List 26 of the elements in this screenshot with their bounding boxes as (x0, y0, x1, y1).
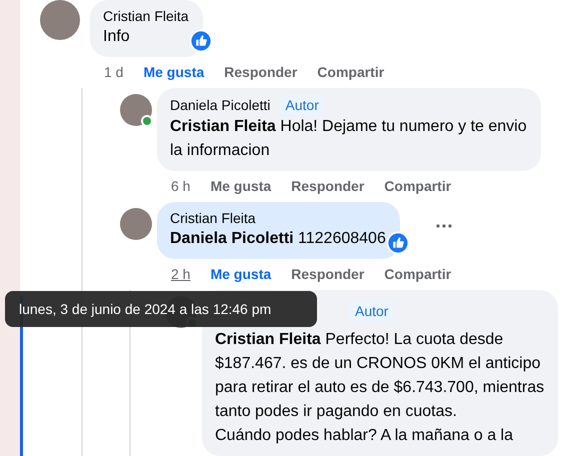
author-name[interactable]: Cristian Fleita (170, 209, 256, 227)
share-link[interactable]: Compartir (317, 64, 384, 80)
comment-text: Cristian Fleita Hola! Dejame tu numero y te envio la informacion (170, 117, 527, 161)
avatar[interactable] (120, 208, 152, 240)
date-tooltip: lunes, 3 de junio de 2024 a las 12:46 pm (5, 291, 317, 327)
author-badge: Autor (350, 301, 394, 321)
avatar[interactable] (40, 0, 80, 40)
author-badge: Autor (280, 95, 324, 115)
timestamp-link[interactable]: 1 d (104, 64, 124, 80)
like-link[interactable]: Me gusta (143, 64, 204, 80)
reply-link[interactable]: Responder (224, 64, 298, 80)
share-link[interactable]: Compartir (384, 266, 452, 282)
author-name[interactable]: Cristian Fleita (103, 7, 189, 25)
reply-link[interactable]: Responder (291, 178, 364, 194)
comment-text: Cristian Fleita Perfecto! La cuota desde $187.467. es de un CRONOS 0KM el anticipo para retirar el auto es de $6.743.700, mientras tanto podes ir pagando en cuotas. Cuándo podes hablar? A la mañana o a la (215, 330, 544, 446)
share-link[interactable]: Compartir (384, 178, 452, 194)
like-link[interactable]: Me gusta (210, 266, 272, 282)
author-name[interactable]: Daniela Picoletti (170, 96, 270, 114)
timestamp-link[interactable]: 2 h (171, 266, 190, 282)
avatar[interactable] (120, 94, 152, 126)
comment-text: Info (103, 27, 131, 47)
comment-text: Daniela Picoletti 1122608406 (170, 229, 386, 249)
more-options-icon[interactable] (436, 224, 452, 228)
like-link[interactable]: Me gusta (210, 178, 272, 194)
reply-link[interactable]: Responder (291, 266, 364, 282)
timestamp-link[interactable]: 6 h (171, 178, 190, 194)
